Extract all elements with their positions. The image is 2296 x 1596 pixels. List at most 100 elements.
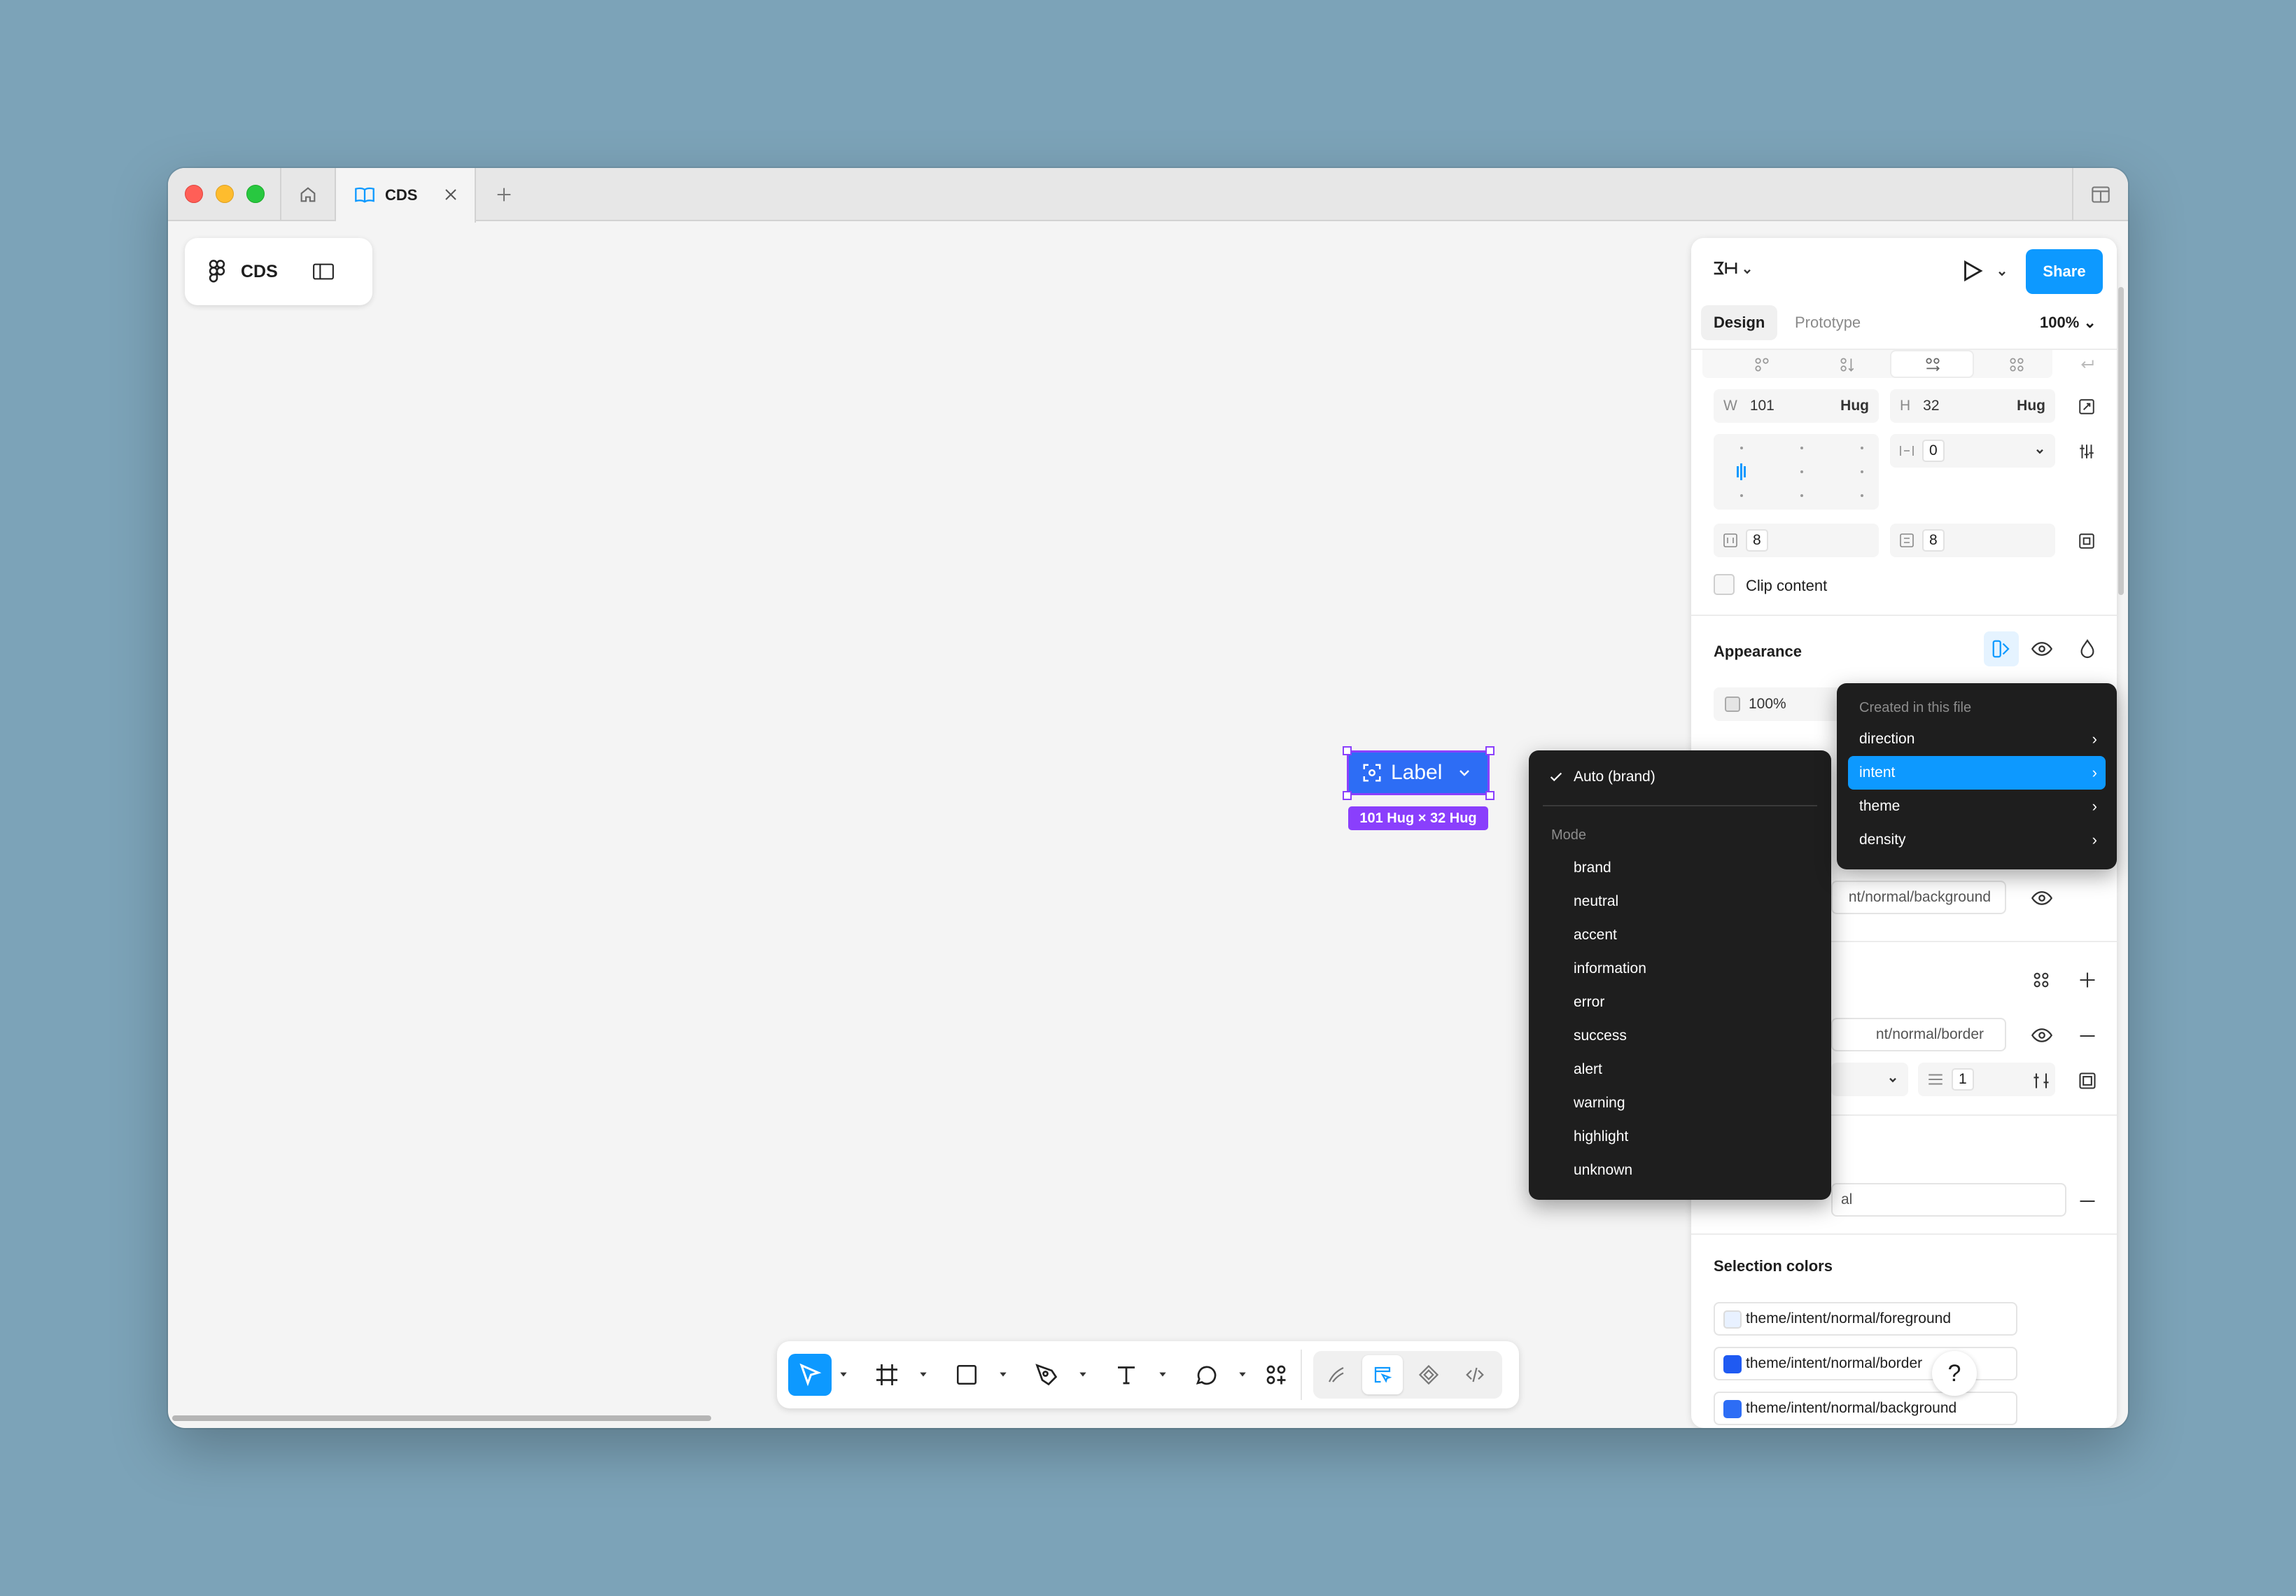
eye-icon[interactable]: [2031, 1026, 2052, 1044]
selection-color-row[interactable]: theme/intent/normal/foreground: [1714, 1302, 2017, 1336]
menu-section-header: Created in this file: [1859, 700, 1972, 715]
component-mode-button[interactable]: [1408, 1355, 1449, 1394]
stroke-settings-icon[interactable]: [2031, 1071, 2051, 1091]
pen-tool[interactable]: [1025, 1354, 1068, 1396]
new-tab-icon[interactable]: [494, 185, 514, 204]
tab-design[interactable]: Design: [1701, 305, 1778, 340]
user-menu[interactable]: [1712, 259, 1753, 283]
eye-icon[interactable]: [2031, 640, 2052, 658]
chevron-down-icon[interactable]: [1238, 1369, 1247, 1379]
file-name[interactable]: CDS: [241, 262, 278, 282]
opacity-field[interactable]: 100%: [1714, 687, 1854, 721]
comment-tool[interactable]: [1184, 1354, 1228, 1396]
layers-panel-icon[interactable]: [312, 263, 334, 280]
clip-content-checkbox[interactable]: [1714, 574, 1735, 595]
vertical-padding-field[interactable]: 8: [1890, 524, 2055, 557]
menu-item-density[interactable]: density ›: [1848, 823, 2106, 857]
horizontal-scrollbar[interactable]: [172, 1415, 711, 1421]
resize-handle[interactable]: [1485, 791, 1494, 800]
actions-tool[interactable]: [1254, 1354, 1298, 1396]
file-tab[interactable]: CDS: [336, 168, 476, 223]
help-button[interactable]: ?: [1932, 1351, 1977, 1396]
resize-handle[interactable]: [1343, 746, 1352, 755]
menu-item-brand[interactable]: brand: [1529, 851, 1831, 885]
menu-item-direction[interactable]: direction ›: [1848, 722, 2106, 756]
rectangle-tool[interactable]: [945, 1354, 988, 1396]
close-tab-icon[interactable]: [442, 186, 459, 203]
stroke-position-dropdown[interactable]: [1831, 1063, 1908, 1096]
drop-icon[interactable]: [2079, 638, 2096, 659]
chevron-down-icon[interactable]: [998, 1369, 1008, 1379]
menu-item-error[interactable]: error: [1529, 986, 1831, 1019]
gap-value: 0: [1922, 440, 1945, 462]
alignment-grid[interactable]: [1714, 434, 1879, 510]
variable-mode-button[interactable]: [1984, 631, 2019, 666]
tab-prototype[interactable]: Prototype: [1782, 305, 1873, 340]
home-icon: [300, 187, 316, 202]
present-button[interactable]: [1959, 258, 1985, 284]
chevron-down-icon[interactable]: [918, 1369, 928, 1379]
plus-icon[interactable]: [2078, 970, 2097, 990]
height-field[interactable]: H 32 Hug: [1890, 389, 2055, 423]
undo-layout-icon[interactable]: [2078, 356, 2096, 374]
dev-mode-button[interactable]: [1455, 1355, 1495, 1394]
resize-handle[interactable]: [1343, 791, 1352, 800]
menu-item-accent[interactable]: accent: [1529, 918, 1831, 952]
pen-icon: [1035, 1364, 1058, 1386]
frame-tool[interactable]: [865, 1354, 909, 1396]
height-sizing[interactable]: Hug: [2017, 398, 2045, 414]
menu-item-highlight[interactable]: highlight: [1529, 1120, 1831, 1154]
eye-icon[interactable]: [2031, 889, 2052, 907]
minimize-window-button[interactable]: [216, 185, 234, 203]
selected-component[interactable]: Label: [1347, 750, 1490, 795]
chevron-down-icon[interactable]: [1158, 1369, 1168, 1379]
stroke-variable-field[interactable]: nt/normal/border: [1831, 1018, 2006, 1051]
horizontal-padding-field[interactable]: 8: [1714, 524, 1879, 557]
chevron-down-icon[interactable]: [1078, 1369, 1088, 1379]
menu-item-warning[interactable]: warning: [1529, 1086, 1831, 1120]
minus-icon[interactable]: [2078, 1026, 2097, 1046]
bottom-toolbar: [777, 1341, 1519, 1408]
menu-item-alert[interactable]: alert: [1529, 1053, 1831, 1086]
menu-item-label: density: [1859, 832, 1906, 848]
code-icon: [1466, 1367, 1484, 1382]
chevron-down-icon[interactable]: [839, 1369, 848, 1379]
layout-grid-icon[interactable]: [2008, 356, 2026, 374]
menu-item-auto[interactable]: Auto (brand): [1529, 760, 1831, 794]
menu-item-success[interactable]: success: [1529, 1019, 1831, 1053]
selection-color-row[interactable]: theme/intent/normal/background: [1714, 1392, 2017, 1425]
width-field[interactable]: W 101 Hug: [1714, 389, 1879, 423]
constrain-proportions-icon[interactable]: [2078, 398, 2096, 416]
close-window-button[interactable]: [185, 185, 203, 203]
resize-handle[interactable]: [1485, 746, 1494, 755]
present-options[interactable]: [1996, 267, 2008, 279]
move-tool[interactable]: [788, 1354, 832, 1396]
layout-settings-icon[interactable]: [2078, 442, 2096, 461]
gap-field[interactable]: 0: [1890, 434, 2055, 468]
individual-padding-icon[interactable]: [2078, 532, 2096, 550]
stroke-sides-icon[interactable]: [2078, 1071, 2097, 1091]
text-tool[interactable]: [1105, 1354, 1148, 1396]
maximize-window-button[interactable]: [246, 185, 265, 203]
fill-variable-field[interactable]: nt/normal/background: [1831, 881, 2006, 914]
home-tab[interactable]: [280, 168, 336, 221]
minus-icon[interactable]: [2078, 1191, 2097, 1211]
menu-item-neutral[interactable]: neutral: [1529, 885, 1831, 918]
sidebar-toggle-button[interactable]: [2072, 168, 2128, 221]
menu-item-information[interactable]: information: [1529, 952, 1831, 986]
share-button[interactable]: Share: [2026, 249, 2103, 294]
figma-menu-icon[interactable]: [209, 260, 225, 284]
draw-mode-button[interactable]: [1316, 1355, 1357, 1394]
design-mode-button[interactable]: [1362, 1355, 1403, 1394]
panel-scrollbar[interactable]: [2118, 287, 2124, 595]
style-grid-icon[interactable]: [2031, 970, 2051, 990]
menu-item-theme[interactable]: theme ›: [1848, 790, 2106, 823]
menu-item-label: Auto (brand): [1574, 769, 1656, 785]
layout-vertical-icon[interactable]: [1838, 356, 1856, 374]
menu-item-intent[interactable]: intent ›: [1848, 756, 2106, 790]
layout-wrap-icon[interactable]: [1753, 356, 1771, 374]
effect-variable-field[interactable]: al: [1831, 1183, 2066, 1217]
zoom-level[interactable]: 100% ⌄: [2040, 314, 2096, 332]
menu-item-unknown[interactable]: unknown: [1529, 1154, 1831, 1187]
width-sizing[interactable]: Hug: [1840, 398, 1869, 414]
